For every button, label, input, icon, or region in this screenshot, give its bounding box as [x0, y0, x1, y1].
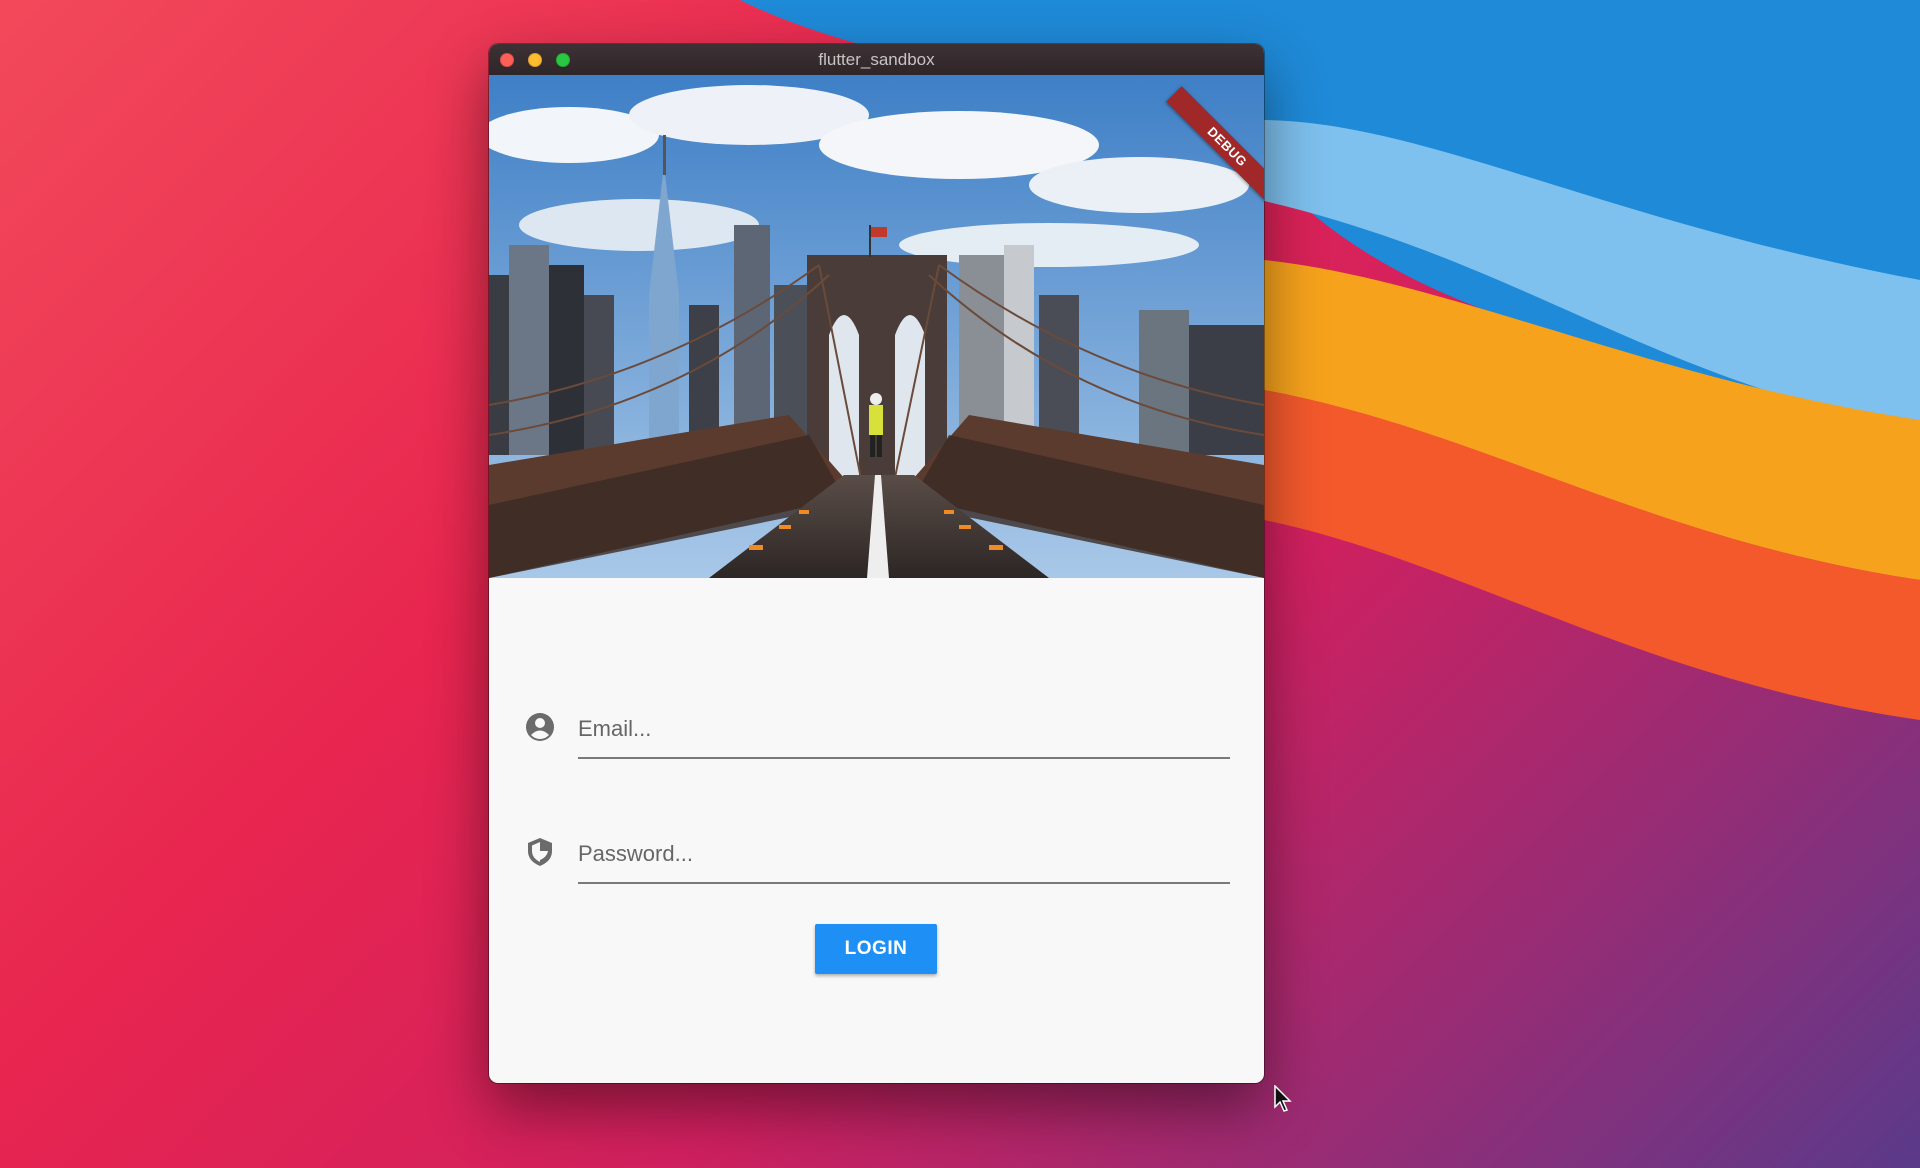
password-input[interactable] [578, 825, 1230, 884]
shield-icon [525, 837, 555, 867]
mouse-cursor-icon [1274, 1085, 1292, 1112]
hero-image: DEBUG [489, 75, 1264, 578]
login-button[interactable]: LOGIN [815, 924, 937, 974]
email-row [525, 700, 1240, 760]
window-title: flutter_sandbox [818, 50, 935, 69]
title-bar: flutter_sandbox [489, 44, 1264, 76]
email-input[interactable] [578, 700, 1230, 759]
password-row [525, 825, 1240, 885]
account-circle-icon [525, 712, 555, 742]
app-window: flutter_sandbox DEBUG Email... LOGIN [489, 44, 1264, 1083]
